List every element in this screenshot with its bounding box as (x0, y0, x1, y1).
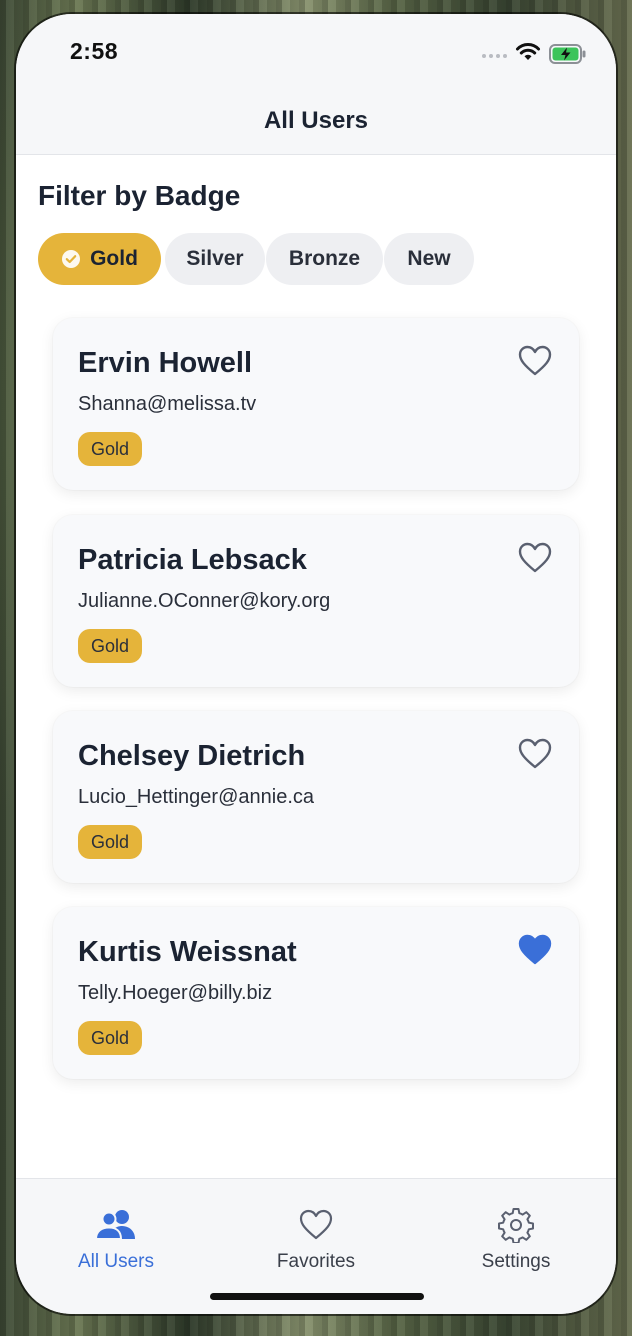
user-email: Lucio_Hettinger@annie.ca (78, 786, 315, 808)
page-title: All Users (263, 107, 369, 134)
cellular-signal-icon (482, 54, 507, 58)
tab-label: Settings (481, 1251, 551, 1272)
user-badge: Gold (78, 629, 143, 663)
user-card[interactable]: Kurtis Weissnat Telly.Hoeger@billy.biz G… (53, 907, 579, 1079)
tab-all-users[interactable]: All Users (16, 1207, 216, 1273)
battery-charging-icon (549, 44, 586, 64)
tab-settings[interactable]: Settings (416, 1207, 616, 1273)
user-email: Shanna@melissa.tv (78, 393, 257, 415)
user-card[interactable]: Ervin Howell Shanna@melissa.tv Gold (53, 318, 579, 490)
home-indicator[interactable] (210, 1293, 424, 1300)
user-name: Kurtis Weissnat (78, 936, 297, 968)
user-email: Julianne.OConner@kory.org (78, 590, 331, 612)
user-card[interactable]: Patricia Lebsack Julianne.OConner@kory.o… (53, 515, 579, 687)
user-badge: Gold (78, 1021, 143, 1055)
tab-favorites[interactable]: Favorites (216, 1207, 416, 1273)
user-badge: Gold (78, 432, 143, 466)
chip-label: New (407, 247, 451, 270)
status-time: 2:58 (70, 38, 119, 64)
favorite-heart-icon[interactable] (518, 542, 552, 574)
chip-gold[interactable]: Gold (38, 233, 161, 285)
favorite-heart-icon[interactable] (518, 738, 552, 770)
heart-icon (299, 1209, 333, 1240)
user-name: Chelsey Dietrich (78, 740, 306, 772)
user-name: Ervin Howell (78, 347, 253, 379)
user-badge: Gold (78, 825, 143, 859)
favorite-heart-filled-icon[interactable] (518, 934, 552, 966)
favorite-heart-icon[interactable] (518, 345, 552, 377)
user-card[interactable]: Chelsey Dietrich Lucio_Hettinger@annie.c… (53, 711, 579, 883)
gear-icon (498, 1208, 534, 1243)
chip-silver[interactable]: Silver (165, 233, 265, 285)
chip-bronze[interactable]: Bronze (266, 233, 383, 285)
users-icon (95, 1210, 135, 1240)
tab-label: All Users (77, 1251, 154, 1272)
chip-label: Gold (90, 247, 138, 270)
chip-new[interactable]: New (384, 233, 474, 285)
filter-heading: Filter by Badge (38, 180, 241, 211)
chip-label: Bronze (288, 247, 361, 270)
user-email: Telly.Hoeger@billy.biz (78, 982, 273, 1004)
status-bar: 2:58 (16, 14, 616, 92)
user-name: Patricia Lebsack (78, 544, 307, 576)
tab-label: Favorites (276, 1251, 356, 1272)
navigation-bar: All Users (16, 92, 616, 155)
checkmark-circle-icon (62, 250, 81, 268)
phone-screen: 2:58 All Users Filter by Badge Gold Silv… (16, 14, 616, 1314)
chip-label: Silver (186, 247, 244, 270)
wifi-icon (516, 43, 540, 60)
